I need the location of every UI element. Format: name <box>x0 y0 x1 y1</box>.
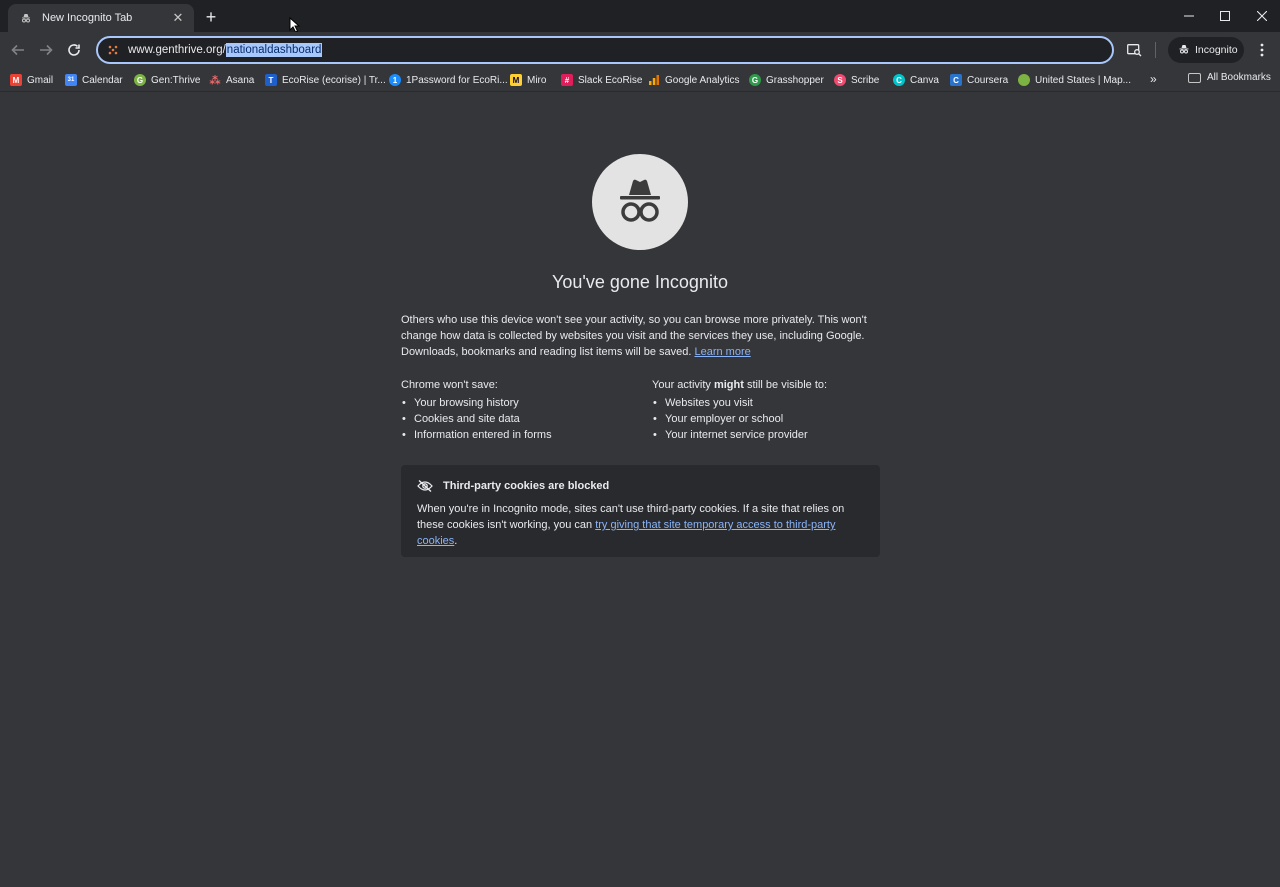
incognito-label: Incognito <box>1195 44 1238 56</box>
google-analytics-icon <box>648 74 660 86</box>
mouse-cursor-icon <box>289 17 301 33</box>
third-party-cookies-card: Third-party cookies are blocked When you… <box>401 465 880 557</box>
scribe-icon: S <box>834 74 846 86</box>
url-selected-text: nationaldashboard <box>225 43 323 57</box>
bookmark-asana[interactable]: ⁂ Asana <box>209 72 254 88</box>
reload-icon[interactable] <box>62 38 86 62</box>
bookmark-trello-ecorise[interactable]: T EcoRise (ecorise) | Tr... <box>265 72 386 88</box>
coursera-icon: C <box>950 74 962 86</box>
toolbar-separator <box>1155 42 1156 58</box>
calendar-icon: 31 <box>65 74 77 86</box>
bookmarks-bar: M Gmail 31 Calendar G Gen:Thrive ⁂ Asana T Ec… <box>0 68 1280 92</box>
miro-icon: M <box>510 74 522 86</box>
minimize-icon[interactable] <box>1170 0 1208 32</box>
back-icon[interactable] <box>6 38 30 62</box>
page-title: You've gone Incognito <box>552 272 728 292</box>
bookmark-coursera[interactable]: C Coursera <box>950 72 1008 88</box>
bookmark-genthrive[interactable]: G Gen:Thrive <box>134 72 200 88</box>
eye-off-icon <box>417 479 433 493</box>
bookmark-1password[interactable]: 1 1Password for EcoRi... <box>389 72 508 88</box>
tab-strip: New Incognito Tab ✕ + <box>0 0 1280 33</box>
chrome-wont-save: Chrome won't save: Your browsing history… <box>401 379 631 443</box>
trello-icon: T <box>265 74 277 86</box>
all-bookmarks-button[interactable]: All Bookmarks <box>1188 72 1271 83</box>
gmail-icon: M <box>10 74 22 86</box>
bookmark-google-analytics[interactable]: Google Analytics <box>648 72 740 88</box>
bookmark-canva[interactable]: C Canva <box>893 72 939 88</box>
maximize-icon[interactable] <box>1206 0 1244 32</box>
incognito-icon <box>18 10 34 26</box>
bookmarks-overflow-icon[interactable]: » <box>1150 72 1157 86</box>
url-text[interactable]: www.genthrive.org/nationaldashboard <box>128 43 323 57</box>
intro-text: Others who use this device won't see you… <box>401 314 867 358</box>
address-bar[interactable]: www.genthrive.org/nationaldashboard <box>96 36 1114 64</box>
more-menu-icon[interactable] <box>1250 38 1274 62</box>
bookmark-scribe[interactable]: S Scribe <box>834 72 879 88</box>
bookmark-miro[interactable]: M Miro <box>510 72 546 88</box>
incognito-hero-icon <box>592 154 688 250</box>
search-tabs-icon[interactable] <box>1122 38 1146 62</box>
asana-icon: ⁂ <box>209 74 221 87</box>
1password-icon: 1 <box>389 74 401 86</box>
incognito-profile-button[interactable]: Incognito <box>1168 37 1244 63</box>
grasshopper-icon: G <box>749 74 761 86</box>
tab-new-incognito[interactable]: New Incognito Tab ✕ <box>8 4 194 32</box>
close-window-icon[interactable] <box>1243 0 1280 32</box>
forward-icon[interactable] <box>34 38 58 62</box>
new-tab-button[interactable]: + <box>200 6 222 28</box>
list-item: Cookies and site data <box>401 411 631 427</box>
learn-more-link[interactable]: Learn more <box>694 346 750 358</box>
site-info-icon[interactable] <box>106 43 120 57</box>
folder-icon <box>1188 72 1201 83</box>
list-item: Information entered in forms <box>401 427 631 443</box>
list-item: Your internet service provider <box>652 427 882 443</box>
bookmark-calendar[interactable]: 31 Calendar <box>65 72 123 88</box>
bookmark-slack[interactable]: # Slack EcoRise <box>561 72 642 88</box>
incognito-icon <box>1178 43 1190 58</box>
tab-title: New Incognito Tab <box>42 12 133 24</box>
cookie-card-body: When you're in Incognito mode, sites can… <box>417 503 845 547</box>
visible-to-title: Your activity might still be visible to: <box>652 379 828 391</box>
incognito-ntp: You've gone Incognito Others who use thi… <box>0 92 1280 887</box>
cookie-card-title: Third-party cookies are blocked <box>443 480 610 492</box>
list-item: Your browsing history <box>401 395 631 411</box>
wont-save-title: Chrome won't save: <box>401 379 498 391</box>
activity-might-be-visible: Your activity might still be visible to:… <box>652 379 882 443</box>
list-item: Your employer or school <box>652 411 882 427</box>
genthrive-icon: G <box>134 74 146 86</box>
bookmark-grasshopper[interactable]: G Grasshopper <box>749 72 824 88</box>
slack-icon: # <box>561 74 573 86</box>
list-item: Websites you visit <box>652 395 882 411</box>
toolbar: www.genthrive.org/nationaldashboard Inco… <box>0 32 1280 68</box>
globe-icon <box>1018 74 1030 86</box>
tab-close-icon[interactable]: ✕ <box>170 10 186 26</box>
bookmark-united-states-map[interactable]: United States | Map... <box>1018 72 1131 88</box>
cookie-card-header: Third-party cookies are blocked <box>417 479 864 493</box>
url-prefix: www.genthrive.org/ <box>128 44 226 56</box>
bookmark-gmail[interactable]: M Gmail <box>10 72 53 88</box>
canva-icon: C <box>893 74 905 86</box>
